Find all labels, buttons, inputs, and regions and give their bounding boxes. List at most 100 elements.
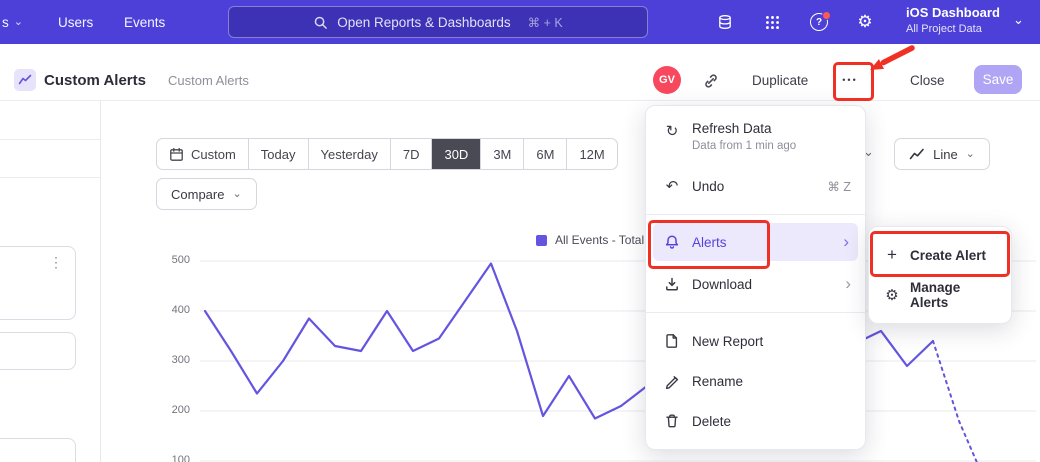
y-axis-label: 200	[156, 404, 190, 416]
legend-label: All Events - Total	[555, 233, 644, 247]
date-range-custom[interactable]: Custom	[157, 139, 249, 169]
apps-grid-button[interactable]	[761, 11, 783, 33]
save-button[interactable]: Save	[974, 65, 1022, 94]
date-range-label: 7D	[403, 147, 420, 162]
help-button[interactable]: ?	[808, 11, 830, 33]
date-range-today[interactable]: Today	[249, 139, 309, 169]
submenu-item-manage-alerts[interactable]: ⚙ Manage Alerts	[869, 275, 1011, 315]
breadcrumb[interactable]: Custom Alerts	[168, 73, 249, 88]
date-range-label: 6M	[536, 147, 554, 162]
menu-item-undo[interactable]: ↶ Undo ⌘ Z	[646, 166, 865, 206]
gear-icon: ⚙	[857, 12, 872, 32]
gear-icon: ⚙	[883, 286, 901, 304]
submenu-item-create-alert[interactable]: + Create Alert	[869, 235, 1011, 275]
chevron-right-icon: ›	[845, 277, 851, 291]
grid-icon	[765, 15, 780, 30]
y-axis-label: 400	[156, 304, 190, 316]
menu-item-label: New Report	[692, 334, 763, 349]
list-item-card[interactable]: ⋮	[0, 246, 76, 320]
settings-button[interactable]: ⚙	[854, 11, 876, 33]
date-range-6m[interactable]: 6M	[524, 139, 567, 169]
report-header: Custom Alerts Custom Alerts GV Duplicate…	[0, 44, 1040, 101]
nav-item-users[interactable]: Users	[58, 0, 93, 44]
menu-item-label: Undo	[692, 179, 724, 194]
copy-link-button[interactable]	[701, 71, 721, 91]
search-placeholder: Open Reports & Dashboards	[337, 15, 510, 30]
date-range-7d[interactable]: 7D	[391, 139, 433, 169]
y-axis-label: 300	[156, 354, 190, 366]
menu-item-new-report[interactable]: New Report	[646, 321, 865, 361]
kebab-menu-icon[interactable]: ⋮	[49, 255, 63, 269]
date-range-label: 3M	[493, 147, 511, 162]
menu-item-label: Refresh Data	[692, 121, 796, 136]
menu-divider	[646, 312, 865, 313]
chart-type-label: Line	[933, 147, 958, 162]
menu-item-refresh-data[interactable]: ↻ Refresh Data Data from 1 min ago	[646, 116, 865, 166]
more-options-button[interactable]: •••	[837, 68, 863, 92]
nav-partial-label: s	[2, 15, 9, 30]
date-range-label: 12M	[579, 147, 604, 162]
legend-swatch	[536, 235, 547, 246]
submenu-item-label: Manage Alerts	[910, 280, 1001, 310]
menu-item-text: Refresh Data Data from 1 min ago	[692, 121, 796, 152]
y-axis-label: 500	[156, 254, 190, 266]
report-icon	[14, 69, 36, 91]
submenu-item-label: Create Alert	[910, 248, 986, 263]
chevron-down-icon: ⌄	[14, 18, 23, 26]
date-range-30d[interactable]: 30D	[432, 139, 481, 169]
list-item-card[interactable]	[0, 438, 76, 462]
alerts-submenu: + Create Alert ⚙ Manage Alerts	[868, 226, 1012, 324]
date-range-12m[interactable]: 12M	[567, 139, 616, 169]
new-report-icon	[663, 333, 681, 349]
menu-item-label: Alerts	[692, 235, 727, 250]
line-chart-icon	[909, 146, 925, 162]
database-icon	[717, 14, 733, 30]
nav-item-events[interactable]: Events	[124, 0, 165, 44]
avatar[interactable]: GV	[653, 66, 681, 94]
search-bar[interactable]: Open Reports & Dashboards ⌘ + K	[228, 6, 648, 38]
chart-type-selector[interactable]: Line ⌄	[894, 138, 990, 170]
refresh-icon: ↻	[663, 122, 681, 140]
undo-icon: ↶	[663, 177, 681, 195]
topbar: s ⌄ Users Events Open Reports & Dashboar…	[0, 0, 1040, 44]
bell-icon	[663, 234, 681, 250]
date-range-label: Custom	[191, 147, 236, 162]
chevron-right-icon: ›	[843, 235, 849, 249]
menu-item-delete[interactable]: Delete	[646, 401, 865, 441]
search-icon	[313, 15, 328, 30]
date-range-label: 30D	[444, 147, 468, 162]
menu-item-label: Rename	[692, 374, 743, 389]
compare-button[interactable]: Compare ⌄	[156, 178, 257, 210]
list-item-card[interactable]	[0, 332, 76, 370]
close-button[interactable]: Close	[910, 73, 945, 88]
context-menu: ↻ Refresh Data Data from 1 min ago ↶ Und…	[645, 105, 866, 450]
duplicate-button[interactable]: Duplicate	[752, 73, 808, 88]
y-axis-label: 100	[156, 454, 190, 462]
trash-icon	[663, 413, 681, 429]
menu-item-alerts[interactable]: Alerts ›	[653, 223, 858, 261]
project-name: iOS Dashboard	[906, 5, 1000, 20]
chevron-down-icon[interactable]: ⌄	[1013, 12, 1024, 28]
project-subtitle: All Project Data	[906, 23, 1000, 35]
pencil-icon	[663, 373, 681, 389]
data-management-button[interactable]	[714, 11, 736, 33]
menu-item-download[interactable]: Download ›	[646, 264, 865, 304]
date-range-label: Today	[261, 147, 296, 162]
legend: All Events - Total	[536, 233, 644, 247]
date-range-3m[interactable]: 3M	[481, 139, 524, 169]
link-icon	[702, 72, 720, 90]
chart-line-projection	[933, 341, 985, 462]
nav-item-partial[interactable]: s ⌄	[2, 0, 23, 44]
menu-item-label: Download	[692, 277, 752, 292]
search-shortcut: ⌘ + K	[528, 15, 563, 30]
menu-item-label: Delete	[692, 414, 731, 429]
date-range-yesterday[interactable]: Yesterday	[309, 139, 391, 169]
date-range-label: Yesterday	[321, 147, 378, 162]
help-glyph: ?	[816, 17, 822, 28]
download-icon	[663, 276, 681, 292]
menu-divider	[646, 214, 865, 215]
calendar-icon	[169, 147, 184, 162]
menu-item-rename[interactable]: Rename	[646, 361, 865, 401]
project-switcher[interactable]: iOS Dashboard All Project Data	[906, 5, 1000, 35]
menu-item-shortcut: ⌘ Z	[827, 179, 851, 194]
